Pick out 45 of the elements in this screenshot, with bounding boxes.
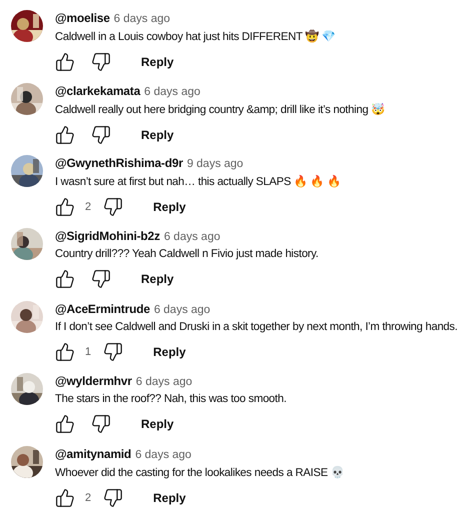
dislike-icon[interactable] (91, 52, 111, 72)
like-count: 2 (85, 492, 92, 504)
reply-button[interactable]: Reply (135, 268, 180, 290)
comment-time: 6 days ago (136, 376, 192, 388)
comment-author[interactable]: @GwynethRishima-d9r (55, 156, 183, 170)
comment-text: Caldwell really out here bridging country &amp; drill like it’s nothing 🤯 (55, 102, 385, 116)
like-icon[interactable] (55, 488, 75, 508)
comment-text: I wasn’t sure at first but nah… this actually SLAPS 🔥 🔥 🔥 (55, 175, 340, 188)
dislike-icon[interactable] (103, 488, 124, 508)
comment-time: 9 days ago (186, 158, 244, 170)
like-icon[interactable] (55, 124, 75, 145)
reply-button[interactable]: Reply (147, 487, 192, 510)
comment-author[interactable]: @clarkekamata (55, 84, 140, 98)
comment-author[interactable]: @AceErmintrude (55, 302, 150, 316)
like-count: 2 (85, 201, 92, 214)
comment-author[interactable]: @moelise (55, 11, 110, 25)
comment-text: Country drill??? Yeah Caldwell n Fivio just made history. (55, 248, 318, 260)
comment-text: The stars in the roof?? Nah, this was too smooth. (55, 393, 286, 406)
like-icon[interactable] (55, 342, 75, 362)
comment-text: Caldwell in a Louis cowboy hat just hits DIFFERENT 🤠 💎 (55, 30, 336, 43)
like-icon[interactable] (55, 52, 75, 72)
dislike-icon[interactable] (91, 269, 111, 290)
comment-text: If I don’t see Caldwell and Druski in a skit together by next month, I’m throwing hands. (55, 320, 458, 333)
like-icon[interactable] (55, 197, 75, 218)
comment-author[interactable]: @SigridMohini-b2z (55, 229, 160, 244)
dislike-icon[interactable] (103, 342, 124, 362)
like-count: 1 (85, 346, 92, 358)
like-icon[interactable] (55, 414, 75, 434)
comment-text: Whoever did the casting for the lookalikes needs a RAISE 💀 (55, 466, 344, 480)
reply-button[interactable]: Reply (147, 340, 192, 363)
comment-author[interactable]: @amitynamid (55, 447, 132, 462)
comment-time: 6 days ago (154, 304, 210, 316)
dislike-icon[interactable] (91, 124, 111, 145)
comment-time: 6 days ago (114, 13, 170, 25)
reply-button[interactable]: Reply (135, 51, 180, 73)
comment-time: 6 days ago (144, 86, 200, 98)
comment-time: 6 days ago (135, 449, 192, 462)
reply-button[interactable]: Reply (147, 196, 192, 218)
comment-time: 6 days ago (164, 231, 220, 244)
like-icon[interactable] (55, 269, 75, 290)
dislike-icon[interactable] (91, 414, 111, 434)
reply-button[interactable]: Reply (135, 124, 180, 146)
dislike-icon[interactable] (103, 197, 124, 218)
reply-button[interactable]: Reply (135, 413, 180, 436)
comment-author[interactable]: @wyldermhvr (55, 374, 132, 388)
